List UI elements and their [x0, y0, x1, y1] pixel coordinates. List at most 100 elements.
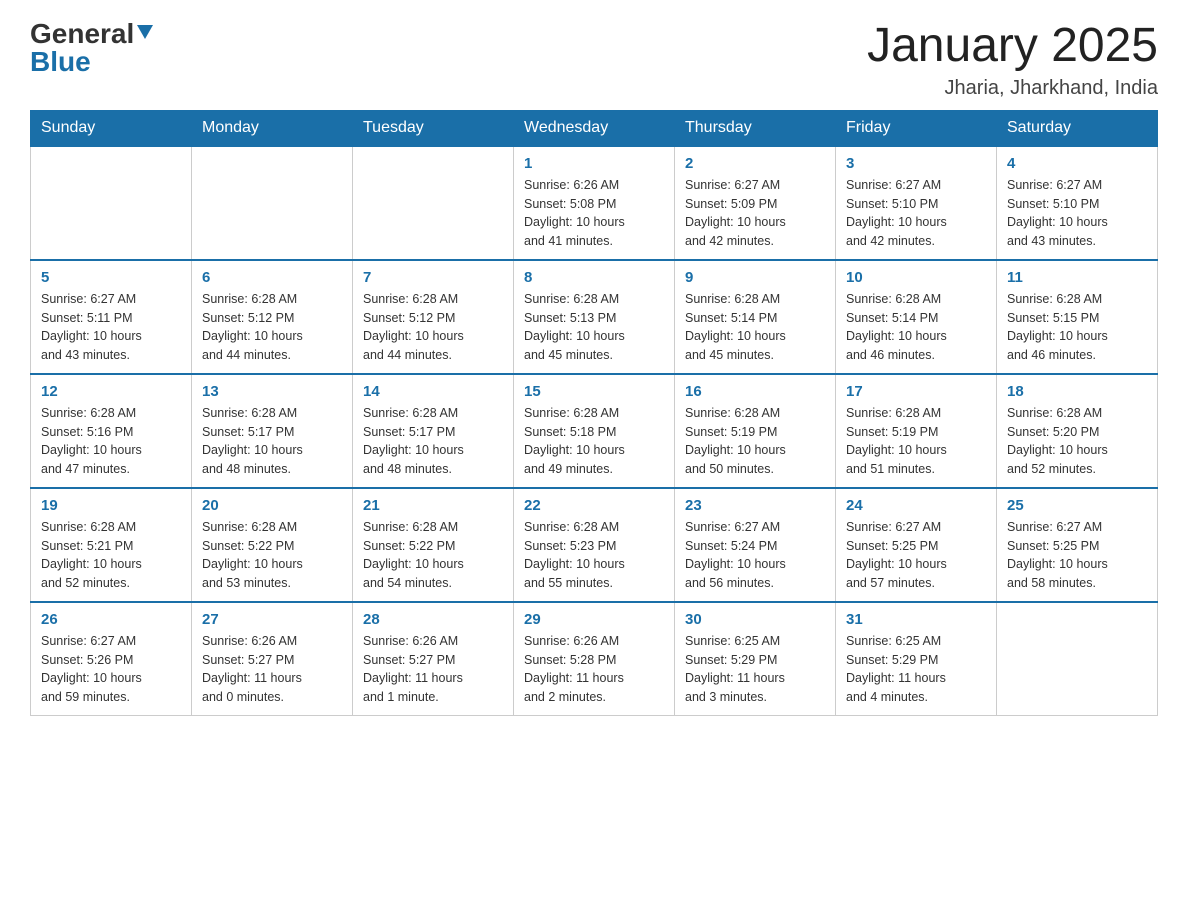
calendar-cell: 10 Sunrise: 6:28 AM Sunset: 5:14 PM Dayli… — [836, 260, 997, 374]
day-number: 15 — [524, 383, 664, 400]
day-info: Sunrise: 6:28 AM Sunset: 5:14 PM Dayligh… — [846, 290, 986, 365]
day-info: Sunrise: 6:28 AM Sunset: 5:22 PM Dayligh… — [202, 518, 342, 593]
calendar-cell: 9Sunrise: 6:28 AM Sunset: 5:14 PM Daylig… — [675, 260, 836, 374]
column-header-wednesday: Wednesday — [514, 110, 675, 146]
calendar-table: SundayMondayTuesdayWednesdayThursdayFrid… — [30, 110, 1158, 716]
calendar-cell: 11 Sunrise: 6:28 AM Sunset: 5:15 PM Dayli… — [997, 260, 1158, 374]
calendar-cell — [997, 602, 1158, 716]
location-title: Jharia, Jharkhand, India — [867, 77, 1158, 100]
week-row-5: 26 Sunrise: 6:27 AM Sunset: 5:26 PM Dayli… — [31, 602, 1158, 716]
calendar-cell: 15Sunrise: 6:28 AM Sunset: 5:18 PM Dayli… — [514, 374, 675, 488]
day-info: Sunrise: 6:27 AM Sunset: 5:10 PM Dayligh… — [1007, 176, 1147, 251]
week-row-4: 19Sunrise: 6:28 AM Sunset: 5:21 PM Dayli… — [31, 488, 1158, 602]
calendar-cell: 20 Sunrise: 6:28 AM Sunset: 5:22 PM Dayli… — [192, 488, 353, 602]
calendar-cell — [31, 146, 192, 260]
day-info: Sunrise: 6:27 AM Sunset: 5:10 PM Dayligh… — [846, 176, 986, 251]
day-number: 16 — [685, 383, 825, 400]
calendar-cell: 21 Sunrise: 6:28 AM Sunset: 5:22 PM Dayli… — [353, 488, 514, 602]
day-number: 22 — [524, 497, 664, 514]
day-info: Sunrise: 6:27 AM Sunset: 5:26 PM Dayligh… — [41, 632, 181, 707]
calendar-cell: 12Sunrise: 6:28 AM Sunset: 5:16 PM Dayli… — [31, 374, 192, 488]
calendar-cell: 13 Sunrise: 6:28 AM Sunset: 5:17 PM Dayli… — [192, 374, 353, 488]
day-number: 7 — [363, 269, 503, 286]
day-number: 23 — [685, 497, 825, 514]
day-number: 21 — [363, 497, 503, 514]
day-number: 24 — [846, 497, 986, 514]
calendar-cell: 24 Sunrise: 6:27 AM Sunset: 5:25 PM Dayli… — [836, 488, 997, 602]
logo: General Blue — [30, 20, 153, 76]
week-row-1: 1Sunrise: 6:26 AM Sunset: 5:08 PM Daylig… — [31, 146, 1158, 260]
calendar-cell: 27 Sunrise: 6:26 AM Sunset: 5:27 PM Dayli… — [192, 602, 353, 716]
day-number: 30 — [685, 611, 825, 628]
calendar-cell: 8 Sunrise: 6:28 AM Sunset: 5:13 PM Daylig… — [514, 260, 675, 374]
day-number: 14 — [363, 383, 503, 400]
calendar-cell: 22 Sunrise: 6:28 AM Sunset: 5:23 PM Dayli… — [514, 488, 675, 602]
day-info: Sunrise: 6:26 AM Sunset: 5:27 PM Dayligh… — [202, 632, 342, 707]
day-info: Sunrise: 6:27 AM Sunset: 5:25 PM Dayligh… — [846, 518, 986, 593]
column-header-tuesday: Tuesday — [353, 110, 514, 146]
calendar-cell: 23 Sunrise: 6:27 AM Sunset: 5:24 PM Dayli… — [675, 488, 836, 602]
day-number: 26 — [41, 611, 181, 628]
logo-blue-text: Blue — [30, 48, 91, 76]
day-info: Sunrise: 6:28 AM Sunset: 5:19 PM Dayligh… — [846, 404, 986, 479]
day-info: Sunrise: 6:27 AM Sunset: 5:25 PM Dayligh… — [1007, 518, 1147, 593]
column-header-saturday: Saturday — [997, 110, 1158, 146]
calendar-cell: 18 Sunrise: 6:28 AM Sunset: 5:20 PM Dayli… — [997, 374, 1158, 488]
page-header: General Blue January 2025 Jharia, Jharkh… — [30, 20, 1158, 100]
calendar-cell: 2Sunrise: 6:27 AM Sunset: 5:09 PM Daylig… — [675, 146, 836, 260]
day-info: Sunrise: 6:26 AM Sunset: 5:28 PM Dayligh… — [524, 632, 664, 707]
day-number: 27 — [202, 611, 342, 628]
day-number: 11 — [1007, 269, 1147, 286]
calendar-cell: 26 Sunrise: 6:27 AM Sunset: 5:26 PM Dayli… — [31, 602, 192, 716]
calendar-cell — [192, 146, 353, 260]
day-number: 25 — [1007, 497, 1147, 514]
calendar-header-row: SundayMondayTuesdayWednesdayThursdayFrid… — [31, 110, 1158, 146]
calendar-cell: 17 Sunrise: 6:28 AM Sunset: 5:19 PM Dayli… — [836, 374, 997, 488]
logo-general-text: General — [30, 20, 134, 48]
day-number: 9 — [685, 269, 825, 286]
title-section: January 2025 Jharia, Jharkhand, India — [867, 20, 1158, 100]
day-info: Sunrise: 6:28 AM Sunset: 5:15 PM Dayligh… — [1007, 290, 1147, 365]
day-number: 3 — [846, 155, 986, 172]
calendar-cell: 30 Sunrise: 6:25 AM Sunset: 5:29 PM Dayli… — [675, 602, 836, 716]
day-info: Sunrise: 6:28 AM Sunset: 5:12 PM Dayligh… — [363, 290, 503, 365]
day-number: 4 — [1007, 155, 1147, 172]
day-number: 6 — [202, 269, 342, 286]
calendar-cell: 6 Sunrise: 6:28 AM Sunset: 5:12 PM Daylig… — [192, 260, 353, 374]
column-header-sunday: Sunday — [31, 110, 192, 146]
day-info: Sunrise: 6:28 AM Sunset: 5:20 PM Dayligh… — [1007, 404, 1147, 479]
day-number: 10 — [846, 269, 986, 286]
day-number: 17 — [846, 383, 986, 400]
day-number: 13 — [202, 383, 342, 400]
day-number: 28 — [363, 611, 503, 628]
day-info: Sunrise: 6:28 AM Sunset: 5:23 PM Dayligh… — [524, 518, 664, 593]
day-info: Sunrise: 6:28 AM Sunset: 5:21 PM Dayligh… — [41, 518, 181, 593]
month-title: January 2025 — [867, 20, 1158, 73]
day-info: Sunrise: 6:28 AM Sunset: 5:17 PM Dayligh… — [363, 404, 503, 479]
day-info: Sunrise: 6:28 AM Sunset: 5:13 PM Dayligh… — [524, 290, 664, 365]
calendar-cell: 25 Sunrise: 6:27 AM Sunset: 5:25 PM Dayli… — [997, 488, 1158, 602]
day-info: Sunrise: 6:27 AM Sunset: 5:24 PM Dayligh… — [685, 518, 825, 593]
calendar-cell: 19Sunrise: 6:28 AM Sunset: 5:21 PM Dayli… — [31, 488, 192, 602]
week-row-2: 5Sunrise: 6:27 AM Sunset: 5:11 PM Daylig… — [31, 260, 1158, 374]
column-header-monday: Monday — [192, 110, 353, 146]
calendar-cell: 1Sunrise: 6:26 AM Sunset: 5:08 PM Daylig… — [514, 146, 675, 260]
column-header-thursday: Thursday — [675, 110, 836, 146]
day-info: Sunrise: 6:28 AM Sunset: 5:12 PM Dayligh… — [202, 290, 342, 365]
day-info: Sunrise: 6:28 AM Sunset: 5:17 PM Dayligh… — [202, 404, 342, 479]
day-number: 1 — [524, 155, 664, 172]
day-info: Sunrise: 6:28 AM Sunset: 5:19 PM Dayligh… — [685, 404, 825, 479]
calendar-cell: 5Sunrise: 6:27 AM Sunset: 5:11 PM Daylig… — [31, 260, 192, 374]
day-number: 8 — [524, 269, 664, 286]
day-number: 31 — [846, 611, 986, 628]
calendar-cell: 14 Sunrise: 6:28 AM Sunset: 5:17 PM Dayli… — [353, 374, 514, 488]
day-info: Sunrise: 6:28 AM Sunset: 5:22 PM Dayligh… — [363, 518, 503, 593]
day-info: Sunrise: 6:26 AM Sunset: 5:27 PM Dayligh… — [363, 632, 503, 707]
day-info: Sunrise: 6:25 AM Sunset: 5:29 PM Dayligh… — [685, 632, 825, 707]
day-number: 18 — [1007, 383, 1147, 400]
day-number: 5 — [41, 269, 181, 286]
day-number: 29 — [524, 611, 664, 628]
calendar-cell: 3 Sunrise: 6:27 AM Sunset: 5:10 PM Daylig… — [836, 146, 997, 260]
day-number: 2 — [685, 155, 825, 172]
day-number: 20 — [202, 497, 342, 514]
